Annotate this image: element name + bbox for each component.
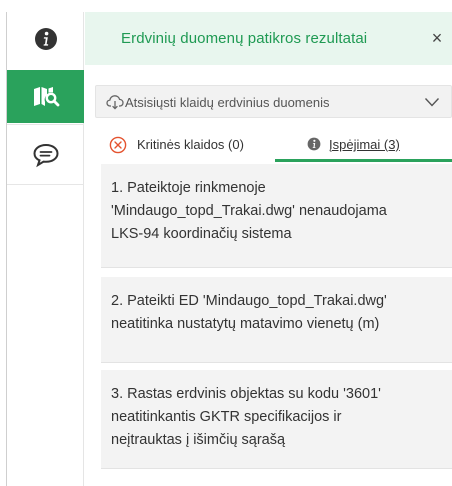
cloud-download-icon xyxy=(106,95,124,110)
close-button[interactable]: × xyxy=(427,26,447,50)
chevron-down-icon xyxy=(424,98,440,107)
issue-text: 2. Pateikti ED 'Mindaugo_topd_Trakai.dwg… xyxy=(111,293,387,332)
tab-critical-errors[interactable]: Kritinės klaidos (0) xyxy=(109,132,285,160)
map-search-icon xyxy=(33,86,59,106)
results-panel: Erdvinių duomenų patikros rezultatai × A… xyxy=(85,12,452,486)
error-circle-icon xyxy=(109,136,127,154)
download-dropdown[interactable]: Atsisiųsti klaidų erdvinius duomenis xyxy=(95,85,452,118)
list-item: 1. Pateiktoje rinkmenoje 'Mindaugo_topd_… xyxy=(101,164,452,268)
tab-warnings-label: Įspėjimai (3) xyxy=(329,137,400,152)
list-item: 2. Pateikti ED 'Mindaugo_topd_Trakai.dwg… xyxy=(101,277,452,363)
sidebar-divider xyxy=(7,184,84,185)
download-label: Atsisiųsti klaidų erdvinius duomenis xyxy=(125,95,330,110)
panel-header: Erdvinių duomenų patikros rezultatai × xyxy=(85,12,452,65)
tab-warnings[interactable]: Įspėjimai (3) xyxy=(275,132,452,160)
info-icon xyxy=(34,27,57,50)
sidebar-divider xyxy=(7,124,84,125)
sidebar-rail xyxy=(7,12,84,486)
sidebar-item-comments[interactable] xyxy=(7,128,84,181)
list-item: 3. Rastas erdvinis objektas su kodu '360… xyxy=(101,370,452,469)
sidebar-item-info[interactable] xyxy=(7,12,84,65)
warning-info-icon xyxy=(307,137,321,151)
tab-critical-errors-label: Kritinės klaidos (0) xyxy=(137,137,244,152)
active-tab-indicator xyxy=(275,159,452,162)
panel-title: Erdvinių duomenų patikros rezultatai xyxy=(121,30,368,47)
comment-icon xyxy=(32,143,59,167)
issue-text: 3. Rastas erdvinis objektas su kodu '360… xyxy=(111,386,381,448)
sidebar-item-map-check[interactable] xyxy=(7,70,84,123)
issue-text: 1. Pateiktoje rinkmenoje 'Mindaugo_topd_… xyxy=(111,180,387,242)
